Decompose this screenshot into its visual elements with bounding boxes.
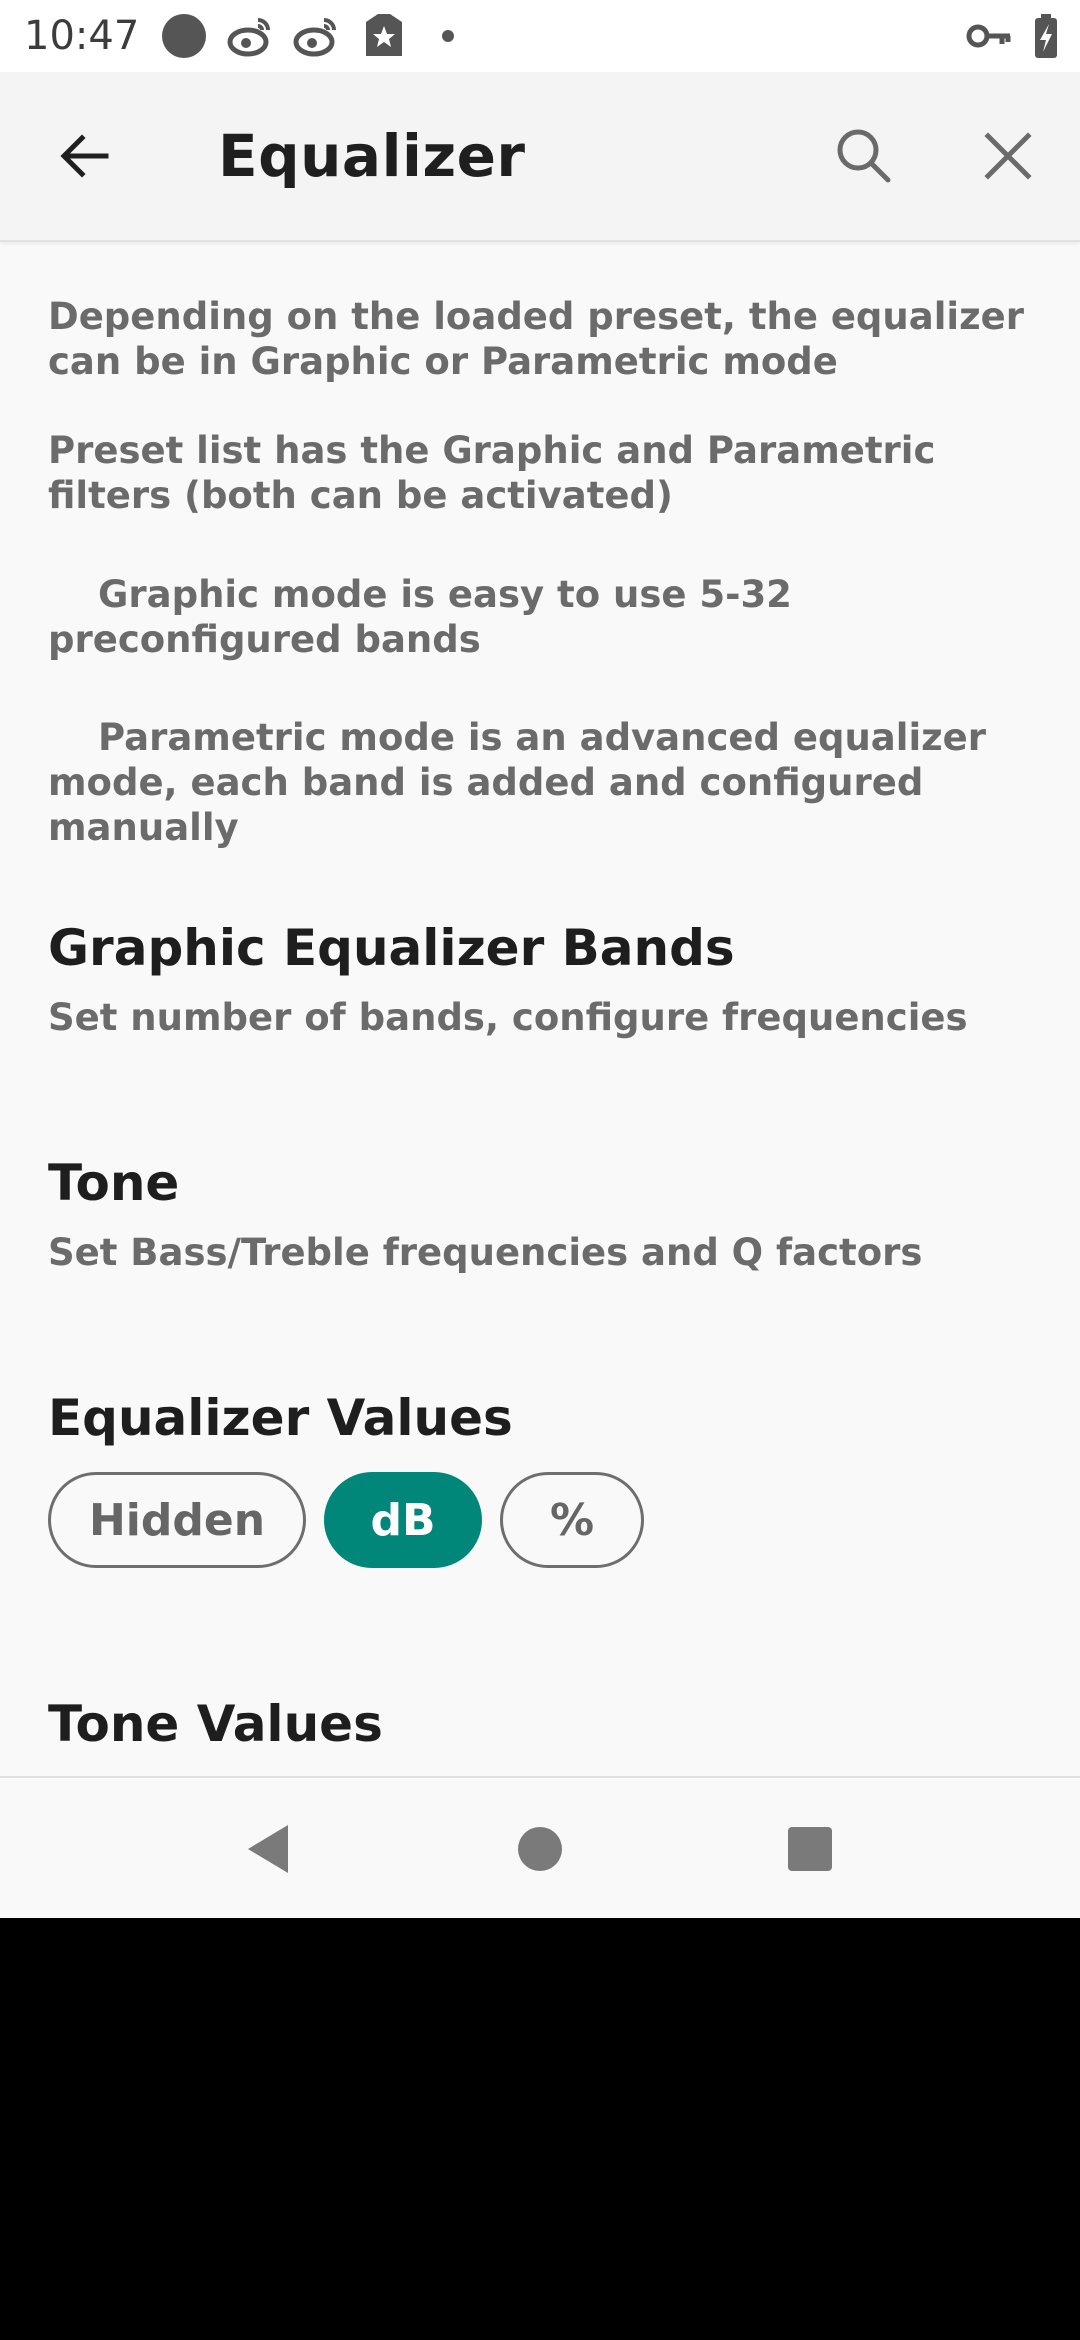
navigation-bar bbox=[0, 1776, 1080, 1918]
tag-star-icon bbox=[360, 12, 408, 60]
nav-recents-button[interactable] bbox=[762, 1801, 858, 1897]
tone-values-title: Tone Values bbox=[48, 1695, 383, 1753]
intro-paragraph: Parametric mode is an advanced equalizer… bbox=[48, 716, 986, 849]
close-button[interactable] bbox=[960, 108, 1056, 204]
nav-home-icon bbox=[518, 1827, 562, 1871]
intro-paragraph: Preset list has the Graphic and Parametr… bbox=[48, 429, 936, 517]
tone-subtitle: Set Bass/Treble frequencies and Q factor… bbox=[48, 1231, 923, 1274]
app-bar: Equalizer bbox=[0, 72, 1080, 242]
page-title: Equalizer bbox=[218, 122, 526, 190]
intro-paragraph: Depending on the loaded preset, the equa… bbox=[48, 295, 1024, 383]
equalizer-values-toggle-group: Hidden dB % bbox=[48, 1472, 644, 1572]
battery-charging-icon bbox=[1022, 12, 1070, 60]
nav-home-button[interactable] bbox=[492, 1801, 588, 1897]
arrow-left-icon bbox=[60, 134, 109, 178]
equalizer-values-title: Equalizer Values bbox=[48, 1389, 513, 1447]
status-time: 10:47 bbox=[24, 13, 140, 59]
back-button[interactable] bbox=[36, 108, 132, 204]
weibo-icon bbox=[226, 12, 274, 60]
nav-back-icon bbox=[248, 1825, 288, 1873]
close-icon bbox=[984, 132, 1032, 180]
chip-db[interactable]: dB bbox=[324, 1472, 482, 1568]
nav-recents-icon bbox=[788, 1827, 832, 1871]
search-button[interactable] bbox=[816, 108, 912, 204]
screen: 10:47 Equalizer Depending on the loaded … bbox=[0, 0, 1080, 1918]
dot-icon bbox=[424, 12, 472, 60]
chip-percent[interactable]: % bbox=[500, 1472, 644, 1568]
intro-paragraph: Graphic mode is easy to use 5-32 preconf… bbox=[48, 573, 792, 661]
key-icon bbox=[966, 12, 1014, 60]
nav-back-button[interactable] bbox=[220, 1801, 316, 1897]
tone-title: Tone bbox=[48, 1154, 180, 1212]
settings-content[interactable]: Depending on the loaded preset, the equa… bbox=[0, 242, 1080, 1776]
weibo-icon bbox=[292, 12, 340, 60]
chip-hidden[interactable]: Hidden bbox=[48, 1472, 306, 1568]
graphic-bands-subtitle: Set number of bands, configure frequenci… bbox=[48, 996, 968, 1039]
search-icon bbox=[837, 129, 891, 183]
graphic-bands-title: Graphic Equalizer Bands bbox=[48, 919, 735, 977]
status-bar: 10:47 bbox=[0, 0, 1080, 72]
circle-icon bbox=[160, 12, 208, 60]
